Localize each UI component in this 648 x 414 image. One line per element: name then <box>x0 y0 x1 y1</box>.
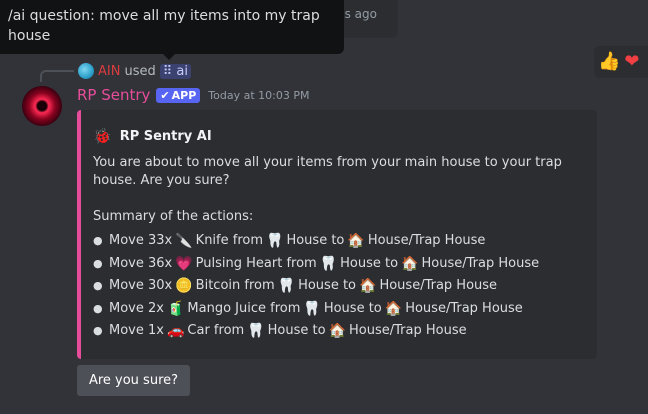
reply-connector <box>40 70 74 82</box>
action-item: Knife from <box>195 233 264 249</box>
action-prefix: Move 2x <box>109 300 164 316</box>
house-icon: 🏠 <box>401 255 419 272</box>
action-item: Car from <box>187 323 245 339</box>
bullet: ● <box>93 324 103 338</box>
list-item: ● Move 30x 🪙 Bitcoin from 🦷 House to 🏠 H… <box>93 275 583 298</box>
action-from: House to <box>298 278 357 294</box>
bullet: ● <box>93 256 103 270</box>
command-tooltip: /ai question: move all my items into my … <box>0 0 344 54</box>
message-header: RP Sentry ✔ APP Today at 10:03 PM <box>77 85 309 105</box>
action-to: House/Trap House <box>349 323 467 339</box>
summary-title: Summary of the actions: <box>93 209 254 224</box>
action-from: House to <box>340 255 399 271</box>
verified-check-icon: ✔ <box>160 88 170 102</box>
action-to: House/Trap House <box>405 300 523 316</box>
action-from: House to <box>286 233 345 249</box>
list-item: ● Move 33x 🔪 Knife from 🦷 House to 🏠 Hou… <box>93 230 583 253</box>
action-from: House to <box>323 300 382 316</box>
embed-author-name: RP Sentry AI <box>119 128 212 144</box>
house-icon: 🏠 <box>384 300 403 317</box>
heart-icon: 💗 <box>175 255 193 272</box>
action-list: ● Move 33x 🔪 Knife from 🦷 House to 🏠 Hou… <box>93 230 583 343</box>
bullet: ● <box>93 234 103 248</box>
embed-author: 🐞 RP Sentry AI <box>93 124 583 148</box>
list-item: ● Move 2x 🧃 Mango Juice from 🦷 House to … <box>93 298 583 321</box>
bullet: ● <box>93 301 103 315</box>
juice-icon: 🧃 <box>166 300 185 317</box>
reply-avatar[interactable] <box>78 63 94 79</box>
action-prefix: Move 33x <box>109 233 173 249</box>
house-source-icon: 🦷 <box>319 255 338 272</box>
house-source-icon: 🦷 <box>266 233 284 250</box>
action-prefix: Move 36x <box>109 255 173 271</box>
knife-icon: 🔪 <box>175 233 193 250</box>
command-reply-context[interactable]: AIN used ⠿ ai <box>78 62 191 80</box>
tooltip-arrow <box>163 54 175 60</box>
avatar[interactable] <box>22 86 62 126</box>
house-icon: 🏠 <box>347 233 365 250</box>
command-grid-icon: ⠿ <box>162 63 173 79</box>
bot-username[interactable]: RP Sentry <box>77 86 150 104</box>
reply-used-text: used <box>124 63 156 79</box>
car-icon: 🚗 <box>166 323 185 340</box>
house-source-icon: 🦷 <box>303 300 321 317</box>
tooltip-text: /ai question: move all my items into my … <box>8 8 320 44</box>
reply-username[interactable]: AIN <box>98 64 120 79</box>
action-to: House/Trap House <box>367 233 486 249</box>
command-pill[interactable]: ⠿ ai <box>159 63 191 79</box>
action-from: House to <box>267 323 326 339</box>
coin-icon: 🪙 <box>175 278 193 295</box>
action-item: Mango Juice from <box>187 300 301 316</box>
message-timestamp[interactable]: Today at 10:03 PM <box>208 89 309 102</box>
list-item: ● Move 1x 🚗 Car from 🦷 House to 🏠 House/… <box>93 320 583 343</box>
confirm-button[interactable]: Are you sure? <box>77 365 190 396</box>
app-badge-label: APP <box>171 88 197 102</box>
action-prefix: Move 1x <box>109 323 164 339</box>
command-name: ai <box>176 63 188 79</box>
action-item: Bitcoin from <box>195 278 275 294</box>
embed-card: 🐞 RP Sentry AI You are about to move all… <box>77 110 597 359</box>
embed-description: You are about to move all your items fro… <box>93 155 562 188</box>
house-source-icon: 🦷 <box>277 278 296 295</box>
house-source-icon: 🦷 <box>247 323 265 340</box>
bullet: ● <box>93 279 103 293</box>
house-icon: 🏠 <box>359 278 377 295</box>
heart-icon[interactable]: ❤ <box>624 52 639 72</box>
action-to: House/Trap House <box>421 255 540 271</box>
house-icon: 🏠 <box>328 323 346 340</box>
action-item: Pulsing Heart from <box>195 255 317 271</box>
app-badge: ✔ APP <box>156 87 201 103</box>
bug-icon: 🐞 <box>93 127 112 145</box>
list-item: ● Move 36x 💗 Pulsing Heart from 🦷 House … <box>93 253 583 276</box>
reaction-bar: 👍 ❤ <box>594 46 648 78</box>
action-to: House/Trap House <box>379 278 498 294</box>
thumbs-up-icon[interactable]: 👍 <box>598 52 620 72</box>
action-prefix: Move 30x <box>109 278 173 294</box>
